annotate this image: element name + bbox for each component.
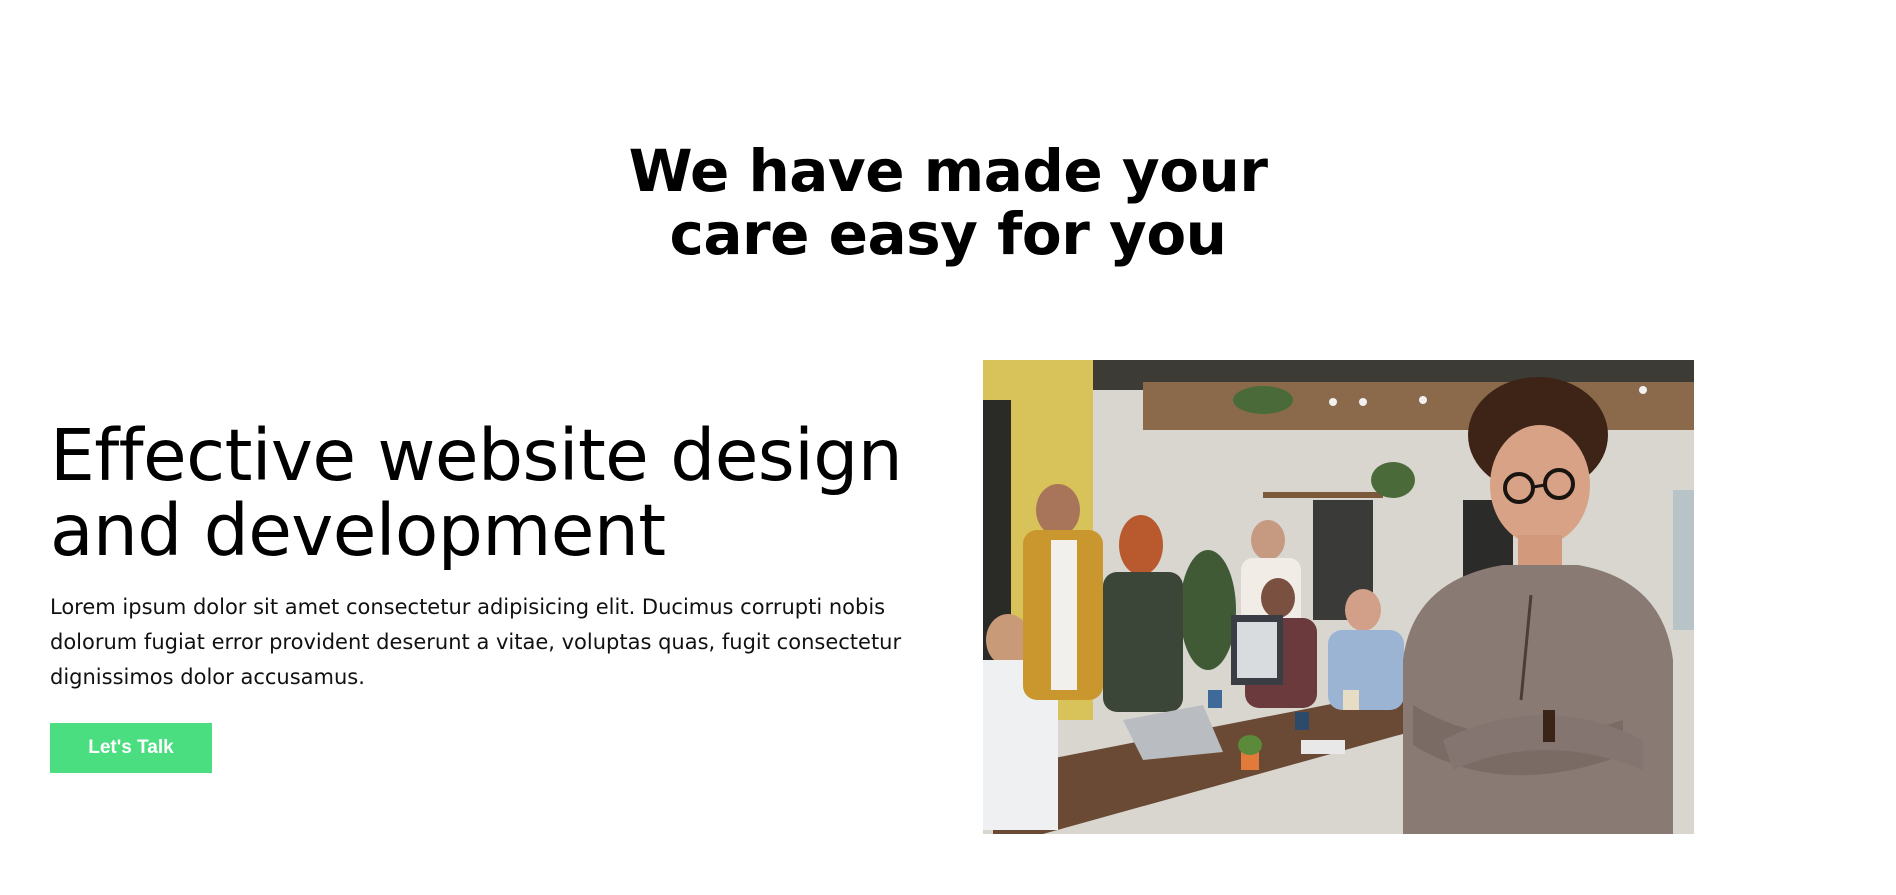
section-heading-line-2: care easy for you <box>669 200 1227 268</box>
hero-title: Effective website design and development <box>50 418 930 568</box>
team-office-photo-illustration <box>983 360 1694 834</box>
hero-description: Lorem ipsum dolor sit amet consectetur a… <box>50 595 902 689</box>
section-heading: We have made your care easy for you <box>0 140 1896 266</box>
lets-talk-button[interactable]: Let's Talk <box>50 723 212 773</box>
page: We have made your care easy for you Effe… <box>0 0 1896 895</box>
hero-text-block: Effective website design and development… <box>50 418 930 773</box>
hero-title-line-1: Effective website design <box>50 414 903 497</box>
hero-title-line-2: and development <box>50 489 666 572</box>
section-heading-line-1: We have made your <box>628 137 1268 205</box>
team-office-photo <box>983 360 1694 834</box>
